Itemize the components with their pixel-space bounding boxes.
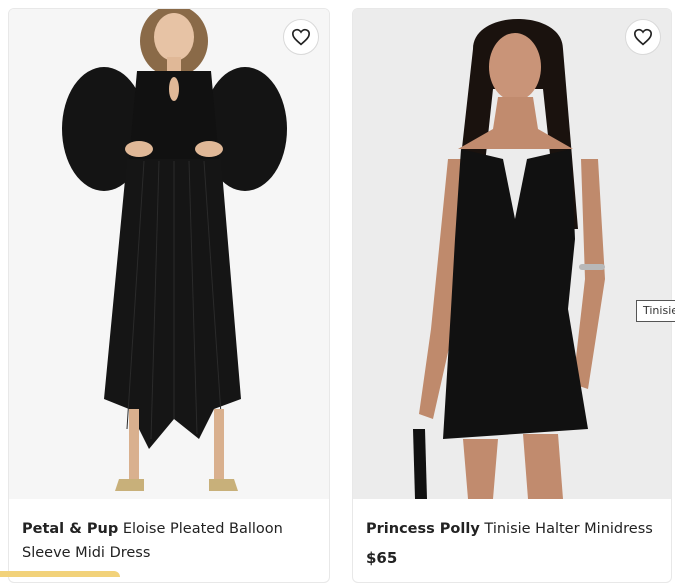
tooltip: Tinisie [636,300,675,322]
heart-outline-icon [633,28,653,46]
product-card[interactable]: Princess Polly Tinisie Halter Minidress … [352,8,672,583]
dress-photo-eloise [9,9,329,499]
dress-photo-tinisie [353,9,671,499]
product-brand: Princess Polly [366,521,480,537]
favorite-button[interactable] [625,19,661,55]
favorite-button[interactable] [283,19,319,55]
product-title[interactable]: Princess Polly Tinisie Halter Minidress [366,517,662,541]
bottom-accent-strip [0,571,120,577]
heart-outline-icon [291,28,311,46]
product-name: Tinisie Halter Minidress [484,521,653,537]
product-brand: Petal & Pup [22,521,119,537]
product-price: $65 [366,549,398,567]
product-image[interactable] [353,9,671,499]
product-card[interactable]: Petal & Pup Eloise Pleated Balloon Sleev… [8,8,330,583]
product-image[interactable] [9,9,329,499]
product-title[interactable]: Petal & Pup Eloise Pleated Balloon Sleev… [22,517,318,565]
